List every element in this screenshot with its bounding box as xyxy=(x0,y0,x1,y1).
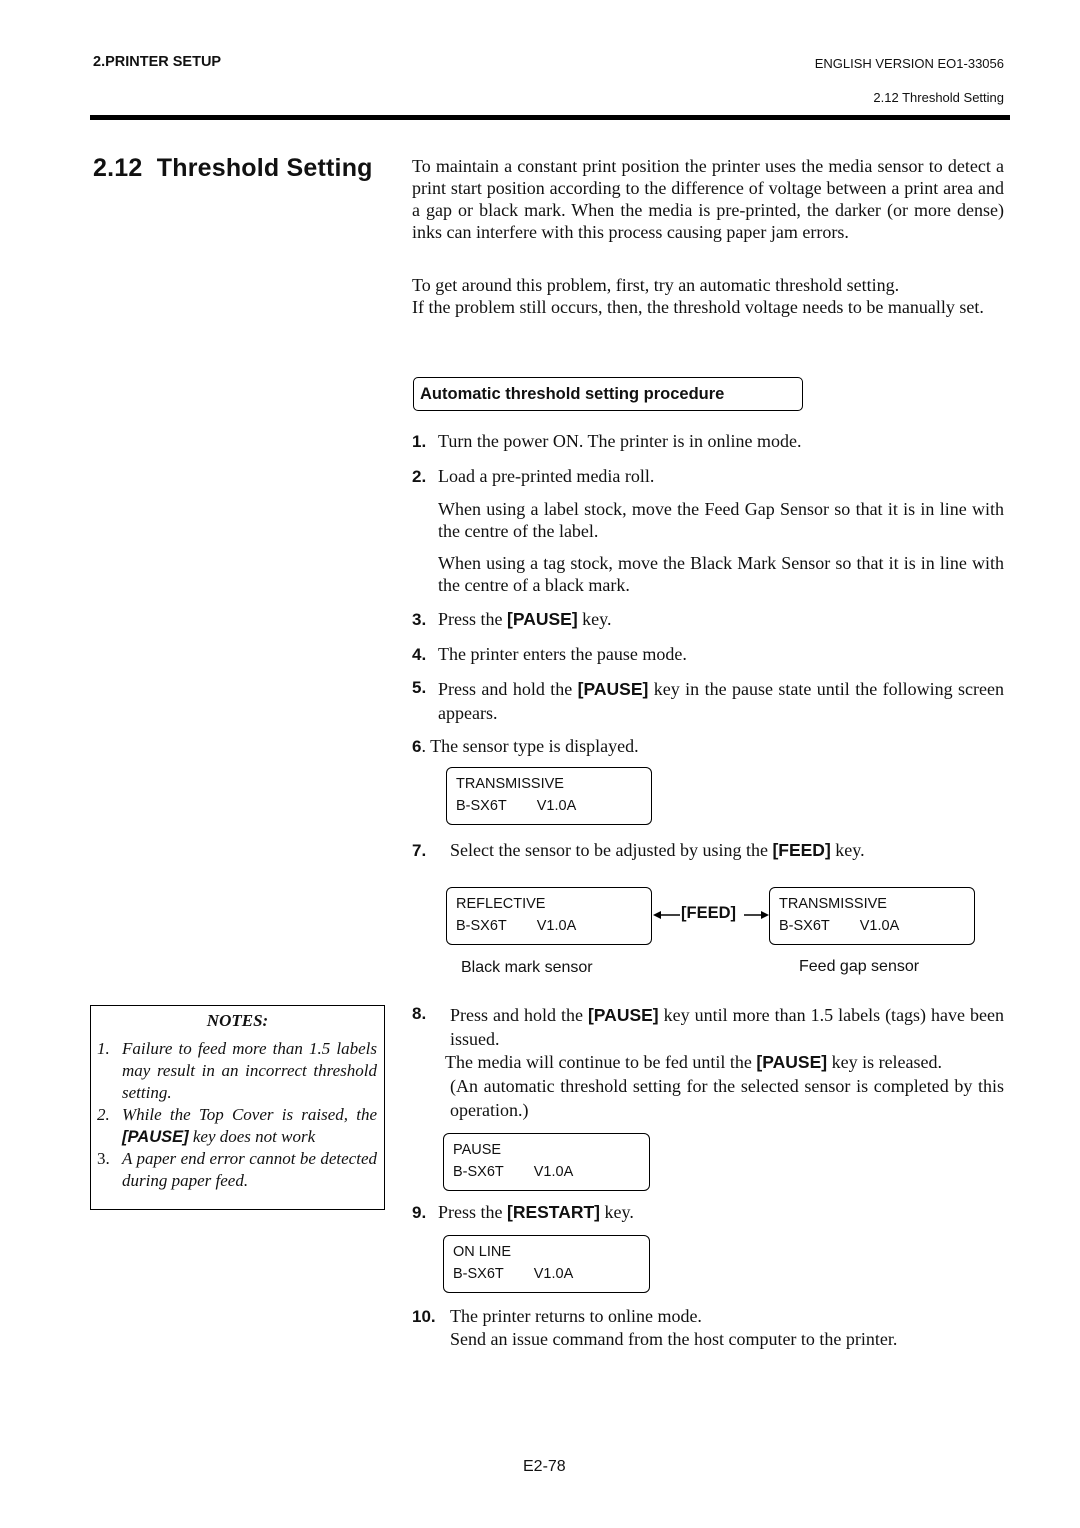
step-8-completion-note: (An automatic threshold setting for the … xyxy=(450,1076,1004,1120)
lcd-line-1: ON LINE xyxy=(453,1244,512,1260)
lcd-model: B-SX6T xyxy=(779,918,830,934)
step-number: 5. xyxy=(412,678,427,697)
feed-key-diagram-label: [FEED] xyxy=(681,904,736,922)
lcd-line-1: TRANSMISSIVE xyxy=(779,896,887,912)
step-2-label-note: When using a label stock, move the Feed … xyxy=(438,499,1004,541)
step-text: The printer returns to online mode. xyxy=(450,1306,702,1326)
step-9: 9. Press the [RESTART] key. xyxy=(412,1202,634,1222)
notes-title: NOTES: xyxy=(206,1011,269,1030)
lcd-online: ON LINE B-SX6T V1.0A xyxy=(443,1235,650,1293)
page-number: E2-78 xyxy=(523,1458,566,1475)
pause-key-label: [PAUSE] xyxy=(577,679,649,699)
step-number: 10. xyxy=(412,1307,436,1326)
black-mark-sensor-caption: Black mark sensor xyxy=(461,959,593,976)
note-2: 2. While the Top Cover is raised, the [PA… xyxy=(97,1105,377,1146)
lcd-model: B-SX6T xyxy=(453,1266,504,1282)
note-3: 3. A paper end error cannot be detected d… xyxy=(97,1149,377,1190)
step-number: 8. xyxy=(412,1004,427,1023)
step-1: 1. Turn the power ON. The printer is in o… xyxy=(412,430,1004,453)
lcd-version: V1.0A xyxy=(859,918,900,934)
page-title: 2.12 Threshold Setting xyxy=(93,154,373,182)
lcd-sensor-display: TRANSMISSIVE B-SX6T V1.0A xyxy=(446,767,652,825)
step-text: . The sensor type is displayed. xyxy=(421,736,639,756)
feed-key-label: [FEED] xyxy=(772,840,831,860)
pause-key-label: [PAUSE] xyxy=(587,1005,659,1025)
feed-gap-sensor-caption: Feed gap sensor xyxy=(799,958,920,975)
intro-paragraph-2: To get around this problem, first, try a… xyxy=(412,274,1004,318)
step-4: 4. The printer enters the pause mode. xyxy=(412,643,1004,666)
step-number: 9. xyxy=(412,1203,427,1222)
header-version: ENGLISH VERSION EO1-33056 xyxy=(814,56,1004,71)
step-text: Load a pre-printed media roll. xyxy=(438,466,655,486)
lcd-version: V1.0A xyxy=(533,1164,574,1180)
step-number: 1. xyxy=(412,432,427,451)
pause-key-label: [PAUSE] xyxy=(507,609,578,629)
step-6: 6. The sensor type is displayed. xyxy=(412,735,1004,758)
step-number: 4. xyxy=(412,645,427,664)
header-section: 2.PRINTER SETUP xyxy=(93,54,222,70)
intro-line-a: To get around this problem, first, try a… xyxy=(412,275,900,295)
lcd-version: V1.0A xyxy=(533,1266,574,1282)
lcd-model: B-SX6T xyxy=(453,1164,504,1180)
lcd-transmissive: TRANSMISSIVE B-SX6T V1.0A xyxy=(769,887,975,945)
lcd-reflective: REFLECTIVE B-SX6T V1.0A xyxy=(446,887,652,945)
lcd-line-1: REFLECTIVE xyxy=(456,896,546,912)
right-arrow-icon xyxy=(744,911,769,919)
lcd-model: B-SX6T xyxy=(456,918,507,934)
step-text: The printer enters the pause mode. xyxy=(438,644,687,664)
header-rule xyxy=(90,115,1010,120)
lcd-pause: PAUSE B-SX6T V1.0A xyxy=(443,1133,650,1191)
lcd-version: V1.0A xyxy=(536,798,577,814)
step-10: 10. The printer returns to online mode. xyxy=(412,1305,1004,1328)
restart-key-label: [RESTART] xyxy=(507,1202,600,1222)
step-8-release-note: The media will continue to be fed until … xyxy=(445,1052,943,1072)
left-arrow-icon xyxy=(653,911,680,919)
step-5: 5. Press and hold the [PAUSE] key in the… xyxy=(412,678,1005,723)
lcd-line-1: PAUSE xyxy=(453,1142,502,1158)
intro-line-b: If the problem still occurs, then, the t… xyxy=(412,297,984,317)
step-text: Turn the power ON. The printer is in onl… xyxy=(438,431,802,451)
step-number: 2. xyxy=(412,467,427,486)
step-8: 8. Press and hold the [PAUSE] key until … xyxy=(412,1004,1005,1049)
step-number: 7. xyxy=(412,841,427,860)
pause-key-label: [PAUSE] xyxy=(756,1052,828,1072)
step-2: 2. Load a pre-printed media roll. xyxy=(412,465,1004,488)
procedure-heading: Automatic threshold setting procedure xyxy=(420,385,725,403)
lcd-version: V1.0A xyxy=(536,918,577,934)
lcd-model: B-SX6T xyxy=(456,798,507,814)
step-3: 3. Press the [PAUSE] key. xyxy=(412,609,612,629)
lcd-line-1: TRANSMISSIVE xyxy=(456,776,564,792)
note-1: 1. Failure to feed more than 1.5 labels m… xyxy=(97,1039,377,1102)
step-2-tag-note: When using a tag stock, move the Black M… xyxy=(438,553,1004,595)
header-subsection: 2.12 Threshold Setting xyxy=(873,90,1004,105)
pause-key-label: [PAUSE] xyxy=(122,1128,189,1146)
intro-paragraph-1: To maintain a constant print position th… xyxy=(412,156,1004,242)
step-7: 7. Select the sensor to be adjusted by us… xyxy=(412,840,865,860)
step-10-send-note: Send an issue command from the host comp… xyxy=(450,1329,898,1349)
step-number: 3. xyxy=(412,610,427,629)
